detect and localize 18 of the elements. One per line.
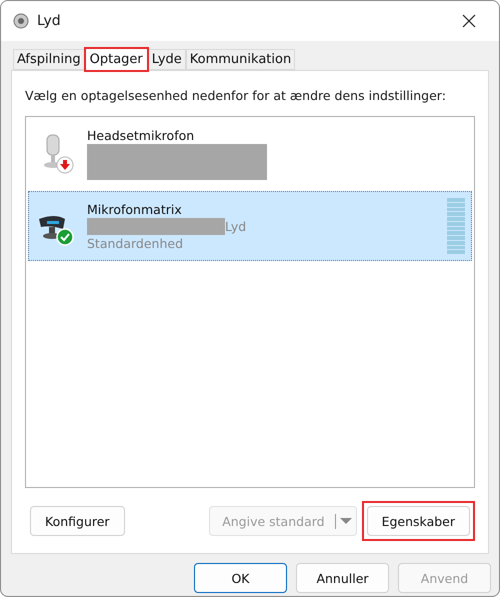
- device-detail: Lyd: [225, 218, 246, 234]
- level-meter: [447, 198, 465, 254]
- tab[interactable]: Optager: [84, 48, 148, 71]
- tab[interactable]: Lyde: [148, 49, 186, 70]
- tab[interactable]: Kommunikation: [186, 49, 296, 70]
- panel-button[interactable]: Egenskaber: [366, 506, 470, 536]
- dialog-button[interactable]: OK: [194, 563, 287, 593]
- close-icon: [461, 13, 477, 29]
- dialog-button[interactable]: Annuller: [296, 563, 389, 593]
- device-item[interactable]: Mikrofonmatrix Lyd Standardenhed: [28, 191, 472, 261]
- speaker-icon: [13, 12, 29, 30]
- device-status: Standardenhed: [87, 236, 184, 250]
- tab[interactable]: Afspilning: [13, 49, 85, 70]
- instruction-text: Vælg en optagelsesenhed nedenfor for at ændre dens indstillinger:: [25, 88, 447, 103]
- panel-button[interactable]: Konfigurer: [30, 506, 125, 536]
- device-name: Headsetmikrofon: [87, 128, 196, 143]
- window-title: Lyd: [37, 13, 62, 29]
- device-name: Mikrofonmatrix: [87, 202, 183, 216]
